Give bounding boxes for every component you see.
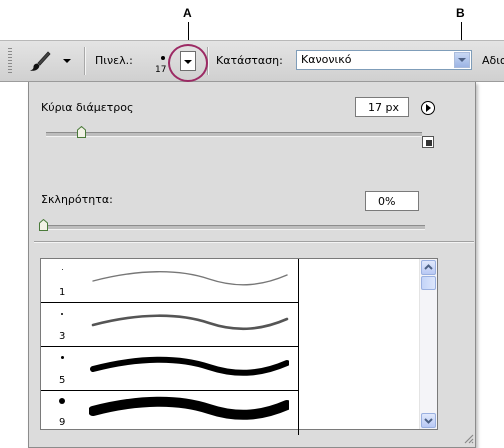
- mode-select[interactable]: Κανονικό: [296, 50, 472, 70]
- preset-size-label: 3: [59, 331, 66, 342]
- preset-row[interactable]: 1: [41, 259, 299, 303]
- brush-preview-dot: [161, 56, 165, 60]
- chevron-down-icon[interactable]: [421, 413, 436, 428]
- brush-size-value: 17: [155, 65, 167, 75]
- panel-divider: [34, 241, 474, 242]
- hardness-slider-track[interactable]: [41, 225, 425, 230]
- brush-tool-icon[interactable]: [28, 50, 52, 72]
- preset-stroke-preview: [91, 314, 289, 331]
- preset-row[interactable]: 5: [41, 347, 299, 391]
- brush-label: Πινελ.:: [95, 54, 133, 67]
- new-preset-icon[interactable]: [422, 136, 434, 148]
- options-bar-grip[interactable]: [8, 48, 12, 74]
- preset-size-label: 9: [59, 417, 66, 428]
- callout-b: B: [456, 6, 465, 20]
- brush-preset-list: 1 3 5 9: [40, 258, 438, 435]
- hardness-label: Σκληρότητα:: [41, 193, 113, 206]
- chevron-down-icon[interactable]: [454, 52, 470, 68]
- master-diameter-slider-track[interactable]: [46, 132, 422, 137]
- resize-grip-icon[interactable]: [462, 432, 474, 444]
- panel-menu-arrow-icon[interactable]: [421, 101, 435, 115]
- preset-tip-dot: [61, 313, 63, 315]
- callout-a: A: [183, 6, 192, 20]
- brush-picker-highlight-ring: [168, 44, 208, 82]
- preset-stroke-preview: [89, 396, 289, 420]
- preset-tip-dot: [62, 269, 63, 270]
- opacity-label: Αδια: [482, 54, 504, 67]
- preset-stroke-preview: [90, 356, 289, 376]
- hardness-field[interactable]: 0%: [365, 191, 419, 211]
- preset-row[interactable]: 3: [41, 303, 299, 347]
- master-diameter-label: Κύρια διάμετρος: [41, 101, 134, 114]
- master-diameter-slider-thumb[interactable]: [77, 126, 87, 138]
- mode-select-value: Κανονικό: [301, 53, 352, 66]
- preset-list-scrollbar[interactable]: [419, 259, 437, 429]
- preset-size-label: 1: [59, 287, 66, 298]
- preset-tip-dot: [61, 356, 64, 359]
- preset-row[interactable]: 9: [41, 391, 299, 435]
- options-bar: Πινελ.: 17 Κατάσταση: Κανονικό Αδια: [0, 40, 504, 82]
- tool-preset-dropdown-arrow-icon[interactable]: [63, 59, 71, 63]
- preset-stroke-preview: [92, 271, 288, 286]
- options-separator: [84, 47, 85, 75]
- mode-label: Κατάσταση:: [216, 54, 283, 67]
- preset-size-label: 5: [59, 375, 66, 386]
- chevron-up-icon[interactable]: [421, 260, 436, 275]
- preset-tip-dot: [59, 398, 65, 404]
- hardness-slider-thumb[interactable]: [39, 219, 48, 231]
- scrollbar-thumb[interactable]: [421, 276, 436, 290]
- master-diameter-field[interactable]: 17 px: [355, 97, 409, 117]
